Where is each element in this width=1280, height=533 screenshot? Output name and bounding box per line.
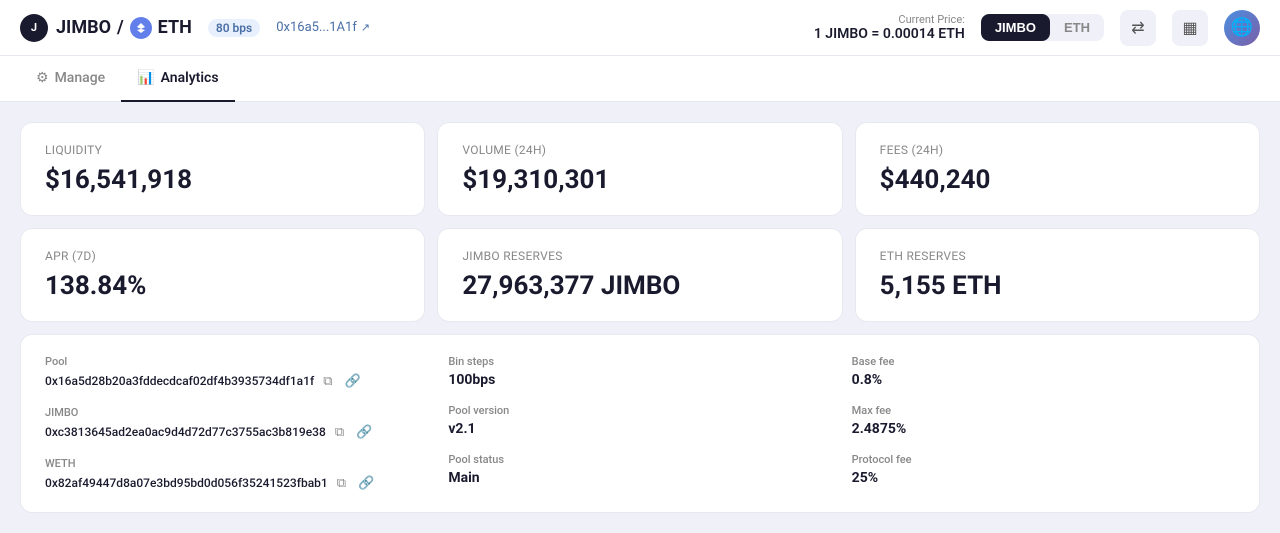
pool-copy-button[interactable]: ⧉ <box>320 372 335 390</box>
weth-address-item: WETH 0x82af49447d8a07e3bd95bd0d056f35241… <box>45 457 428 492</box>
liquidity-value: $16,541,918 <box>45 165 400 195</box>
pool-status-label: Pool status <box>448 453 831 466</box>
eth-token-button[interactable]: ETH <box>1050 14 1104 41</box>
base-fee-label: Base fee <box>852 355 1235 368</box>
current-price-label: Current Price: <box>814 13 965 26</box>
apr-label: APR (7D) <box>45 249 400 263</box>
stats-row-2: APR (7D) 138.84% JIMBO Reserves 27,963,3… <box>20 228 1260 322</box>
address-link[interactable]: 0x16a5...1A1f ↗ <box>276 20 370 35</box>
jimbo-address-item: JIMBO 0xc3813645ad2ea0ac9d4d72d77c3755ac… <box>45 406 428 441</box>
user-avatar[interactable]: 🌐 <box>1224 10 1260 46</box>
jimbo-reserves-value: 27,963,377 JIMBO <box>462 271 817 301</box>
jimbo-reserves-card: JIMBO Reserves 27,963,377 JIMBO <box>437 228 842 322</box>
pool-status-item: Pool status Main <box>448 453 831 486</box>
volume-value: $19,310,301 <box>462 165 817 195</box>
pool-address-item: Pool 0x16a5d28b20a3fddecdcaf02df4b393573… <box>45 355 428 390</box>
max-fee-value: 2.4875% <box>852 421 1235 437</box>
pool-addresses-section: Pool 0x16a5d28b20a3fddecdcaf02df4b393573… <box>45 355 428 492</box>
jimbo-address-value: 0xc3813645ad2ea0ac9d4d72d77c3755ac3b819e… <box>45 423 428 441</box>
protocol-fee-value: 25% <box>852 470 1235 486</box>
pair-name: JIMBO / ETH <box>56 17 192 39</box>
eth-icon <box>130 17 152 39</box>
current-price: Current Price: 1 JIMBO = 0.00014 ETH <box>814 13 965 42</box>
eth-reserves-card: ETH Reserves 5,155 ETH <box>855 228 1260 322</box>
avatar-icon: 🌐 <box>1231 17 1253 38</box>
eth-reserves-value: 5,155 ETH <box>880 271 1235 301</box>
base-fee-value: 0.8% <box>852 372 1235 388</box>
analytics-icon: 📊 <box>137 70 154 86</box>
header: J JIMBO / ETH 80 bps 0x16a5...1A1f ↗ Cur… <box>0 0 1280 56</box>
pool-info-card: Pool 0x16a5d28b20a3fddecdcaf02df4b393573… <box>20 334 1260 513</box>
pool-params-section: Bin steps 100bps Pool version v2.1 Pool … <box>448 355 831 492</box>
jimbo-copy-button[interactable]: ⧉ <box>332 423 347 441</box>
jimbo-address-label: JIMBO <box>45 406 428 419</box>
bin-steps-value: 100bps <box>448 372 831 388</box>
bin-steps-item: Bin steps 100bps <box>448 355 831 388</box>
fees-label: Fees (24H) <box>880 143 1235 157</box>
apr-value: 138.84% <box>45 271 400 301</box>
manage-icon: ⚙ <box>36 70 49 86</box>
jimbo-reserves-label: JIMBO Reserves <box>462 249 817 263</box>
grid-button[interactable]: ▦ <box>1172 10 1208 46</box>
main-content: Liquidity $16,541,918 Volume (24H) $19,3… <box>0 102 1280 533</box>
pair-separator: / <box>117 17 124 38</box>
chart-toggle-button[interactable]: ⇄ <box>1120 10 1156 46</box>
weth-link-button[interactable]: 🔗 <box>355 474 377 492</box>
tab-analytics[interactable]: 📊 Analytics <box>121 56 234 102</box>
bps-badge: 80 bps <box>208 19 260 37</box>
max-fee-label: Max fee <box>852 404 1235 417</box>
tab-analytics-label: Analytics <box>161 70 219 86</box>
weth-address-text: 0x82af49447d8a07e3bd95bd0d056f35241523fb… <box>45 476 328 490</box>
max-fee-item: Max fee 2.4875% <box>852 404 1235 437</box>
weth-address-value: 0x82af49447d8a07e3bd95bd0d056f35241523fb… <box>45 474 428 492</box>
tab-manage-label: Manage <box>55 70 106 86</box>
protocol-fee-item: Protocol fee 25% <box>852 453 1235 486</box>
chart-icon: ⇄ <box>1131 18 1144 38</box>
external-link-icon: ↗ <box>361 21 370 34</box>
eth-reserves-label: ETH Reserves <box>880 249 1235 263</box>
pool-version-item: Pool version v2.1 <box>448 404 831 437</box>
pool-address-value: 0x16a5d28b20a3fddecdcaf02df4b3935734df1a… <box>45 372 428 390</box>
pool-version-label: Pool version <box>448 404 831 417</box>
pair-left: JIMBO <box>56 17 111 38</box>
protocol-fee-label: Protocol fee <box>852 453 1235 466</box>
liquidity-card: Liquidity $16,541,918 <box>20 122 425 216</box>
pool-status-value: Main <box>448 470 831 486</box>
address-short: 0x16a5...1A1f <box>276 20 357 35</box>
bin-steps-label: Bin steps <box>448 355 831 368</box>
volume-card: Volume (24H) $19,310,301 <box>437 122 842 216</box>
pool-address-text: 0x16a5d28b20a3fddecdcaf02df4b3935734df1a… <box>45 374 314 388</box>
token-toggle: JIMBO ETH <box>981 14 1104 41</box>
pool-link-button[interactable]: 🔗 <box>342 372 364 390</box>
weth-copy-button[interactable]: ⧉ <box>334 474 349 492</box>
apr-card: APR (7D) 138.84% <box>20 228 425 322</box>
tab-manage[interactable]: ⚙ Manage <box>20 56 121 102</box>
jimbo-address-text: 0xc3813645ad2ea0ac9d4d72d77c3755ac3b819e… <box>45 425 326 439</box>
jimbo-logo: J <box>20 14 48 42</box>
pool-version-value: v2.1 <box>448 421 831 437</box>
pool-address-label: Pool <box>45 355 428 368</box>
stats-row-1: Liquidity $16,541,918 Volume (24H) $19,3… <box>20 122 1260 216</box>
nav-tabs: ⚙ Manage 📊 Analytics <box>0 56 1280 102</box>
weth-address-label: WETH <box>45 457 428 470</box>
volume-label: Volume (24H) <box>462 143 817 157</box>
logo-area: J JIMBO / ETH 80 bps 0x16a5...1A1f ↗ <box>20 14 370 42</box>
liquidity-label: Liquidity <box>45 143 400 157</box>
header-right: Current Price: 1 JIMBO = 0.00014 ETH JIM… <box>814 10 1260 46</box>
current-price-value: 1 JIMBO = 0.00014 ETH <box>814 26 965 42</box>
grid-icon: ▦ <box>1182 18 1197 38</box>
pool-fees-section: Base fee 0.8% Max fee 2.4875% Protocol f… <box>852 355 1235 492</box>
pair-right: ETH <box>158 17 192 38</box>
fees-value: $440,240 <box>880 165 1235 195</box>
fees-card: Fees (24H) $440,240 <box>855 122 1260 216</box>
jimbo-link-button[interactable]: 🔗 <box>353 423 375 441</box>
jimbo-token-button[interactable]: JIMBO <box>981 14 1050 41</box>
base-fee-item: Base fee 0.8% <box>852 355 1235 388</box>
